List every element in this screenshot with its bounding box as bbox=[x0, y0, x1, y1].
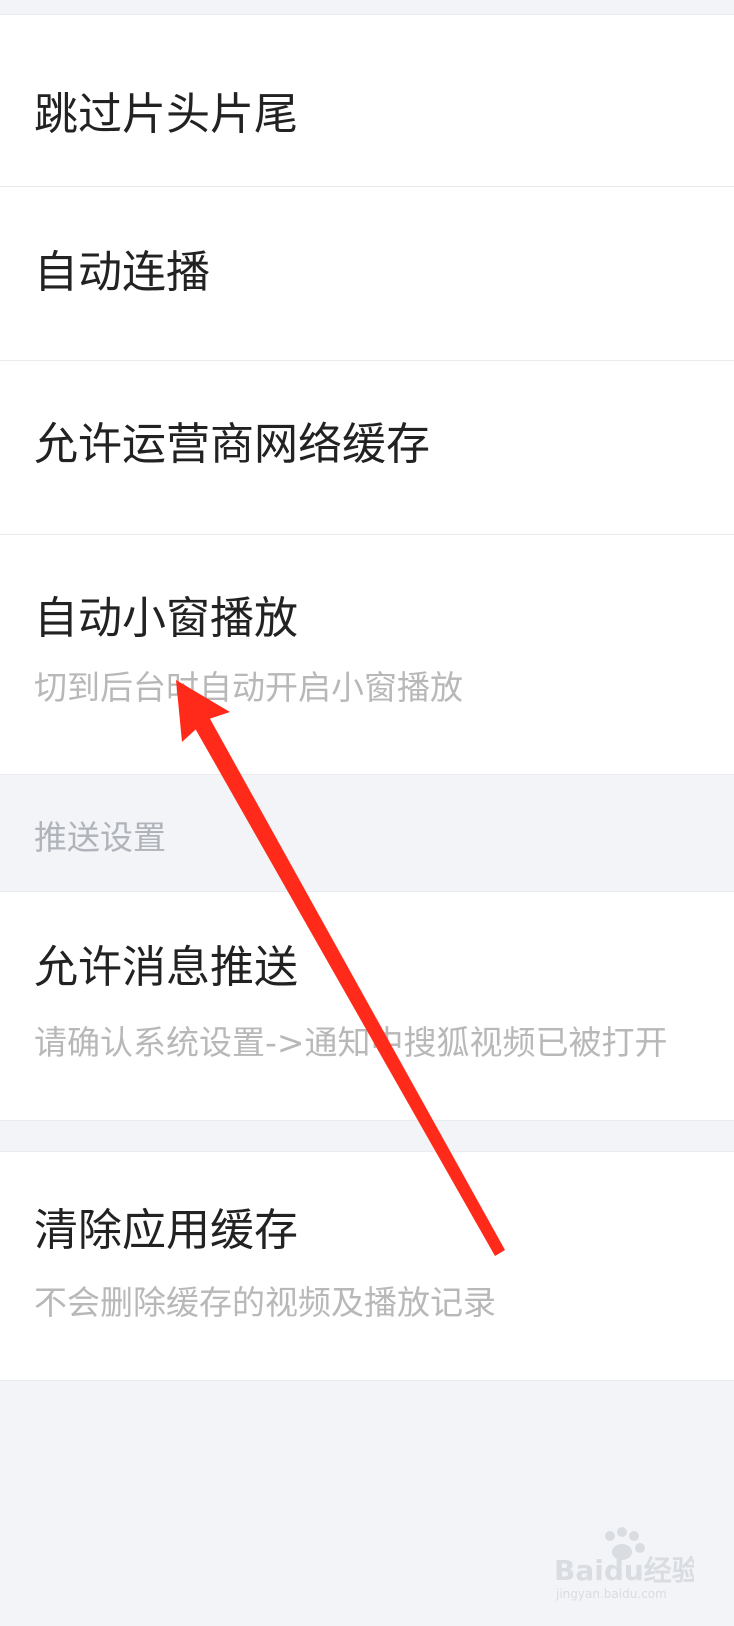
setting-carrier-network-cache[interactable]: 允许运营商网络缓存 bbox=[0, 361, 734, 535]
setting-title: 自动小窗播放 bbox=[34, 593, 298, 644]
setting-clear-cache[interactable]: 清除应用缓存 不会删除缓存的视频及播放记录 bbox=[0, 1151, 734, 1381]
setting-subtitle: 不会删除缓存的视频及播放记录 bbox=[34, 1283, 496, 1322]
setting-title: 自动连播 bbox=[34, 247, 210, 298]
baidu-jingyan-watermark: Baidu经验 jingyan.baidu.com bbox=[554, 1527, 694, 1601]
setting-subtitle: 切到后台时自动开启小窗播放 bbox=[34, 668, 463, 707]
setting-subtitle: 请确认系统设置->通知中搜狐视频已被打开 bbox=[34, 1023, 668, 1062]
section-header-push: 推送设置 bbox=[0, 775, 734, 891]
settings-page: 跳过片头片尾 自动连播 允许运营商网络缓存 自动小窗播放 切到后台时自动开启小窗… bbox=[0, 0, 734, 1626]
setting-title: 跳过片头片尾 bbox=[34, 89, 298, 140]
setting-skip-intro-outro[interactable]: 跳过片头片尾 bbox=[0, 15, 734, 187]
setting-title: 清除应用缓存 bbox=[34, 1205, 298, 1256]
section-title: 推送设置 bbox=[34, 818, 166, 857]
setting-autoplay-next[interactable]: 自动连播 bbox=[0, 187, 734, 361]
watermark-url: jingyan.baidu.com bbox=[555, 1587, 667, 1601]
setting-auto-mini-window[interactable]: 自动小窗播放 切到后台时自动开启小窗播放 bbox=[0, 535, 734, 775]
setting-allow-push[interactable]: 允许消息推送 请确认系统设置->通知中搜狐视频已被打开 bbox=[0, 891, 734, 1121]
setting-title: 允许运营商网络缓存 bbox=[34, 419, 430, 470]
top-strip bbox=[0, 0, 734, 15]
watermark-brand: Baidu经验 bbox=[554, 1554, 694, 1587]
setting-title: 允许消息推送 bbox=[34, 942, 298, 993]
